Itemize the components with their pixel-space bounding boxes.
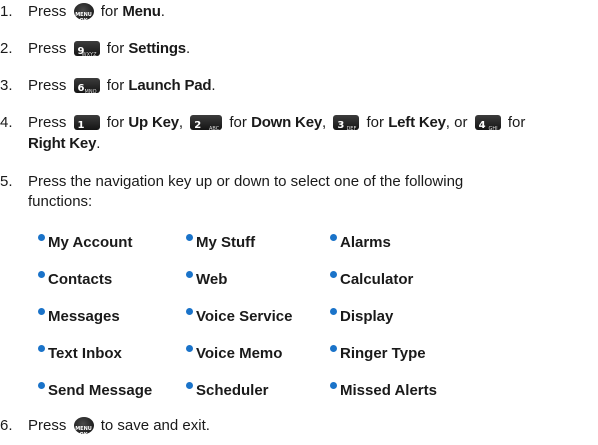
key-2-icon: 2 ABC — [190, 115, 223, 132]
step-text: functions: — [28, 193, 93, 210]
step-number: 2. — [0, 40, 13, 57]
step-number: 6. — [0, 417, 13, 434]
function-item: My Stuff — [186, 234, 255, 251]
left-key-target: Left Key — [388, 114, 446, 131]
step-text: for — [106, 40, 125, 57]
function-item: Text Inbox — [38, 345, 122, 362]
key-1-icon: 1 — [73, 115, 100, 131]
function-item: Missed Alerts — [330, 382, 437, 399]
settings-target: Settings — [128, 40, 186, 57]
step-text: Press — [28, 3, 67, 20]
bullet-icon — [38, 382, 45, 389]
key-4-icon: 4 GHI — [474, 115, 501, 132]
step-text: to save and exit. — [100, 417, 210, 434]
menu-target: Menu — [122, 3, 161, 20]
bullet-icon — [38, 234, 45, 241]
bullet-icon — [186, 234, 193, 241]
step-text: Press the navigation key up or down to s… — [28, 173, 464, 190]
function-item: My Account — [38, 234, 132, 251]
menu-ok-key-icon: MENU OK — [73, 3, 94, 24]
bullet-icon — [186, 271, 193, 278]
instruction-page: 1. Press MENU OK for Menu. 2. Press 9 WXYZ… — [0, 0, 598, 442]
right-key-target: Right Key — [28, 135, 97, 152]
function-item: Web — [186, 271, 227, 288]
step-text: Press — [28, 77, 67, 94]
function-item: Contacts — [38, 271, 112, 288]
step-text: for — [106, 77, 125, 94]
step-number: 4. — [0, 114, 13, 131]
bullet-icon — [38, 345, 45, 352]
step-number: 5. — [0, 173, 13, 190]
function-item: Send Message — [38, 382, 152, 399]
bullet-icon — [38, 308, 45, 315]
function-item: Messages — [38, 308, 120, 325]
menu-ok-key-icon: MENU OK — [73, 417, 94, 438]
function-item: Alarms — [330, 234, 391, 251]
key-9-icon: 9 WXYZ — [73, 41, 100, 58]
function-item: Ringer Type — [330, 345, 426, 362]
function-item: Scheduler — [186, 382, 269, 399]
function-item: Calculator — [330, 271, 413, 288]
up-key-target: Up Key — [128, 114, 179, 131]
function-item: Voice Memo — [186, 345, 282, 362]
step-number: 3. — [0, 77, 13, 94]
down-key-target: Down Key — [251, 114, 322, 131]
step-number: 1. — [0, 3, 13, 20]
launch-pad-target: Launch Pad — [128, 77, 212, 94]
key-6-icon: 6 MNO — [73, 78, 100, 95]
bullet-icon — [330, 345, 337, 352]
bullet-icon — [38, 271, 45, 278]
bullet-icon — [186, 345, 193, 352]
function-item: Voice Service — [186, 308, 292, 325]
key-3-icon: 3 DEF — [333, 115, 360, 132]
step-text: Press — [28, 40, 67, 57]
function-item: Display — [330, 308, 393, 325]
bullet-icon — [330, 308, 337, 315]
step-text: for — [100, 3, 119, 20]
bullet-icon — [186, 308, 193, 315]
bullet-icon — [330, 271, 337, 278]
bullet-icon — [330, 382, 337, 389]
bullet-icon — [186, 382, 193, 389]
bullet-icon — [330, 234, 337, 241]
